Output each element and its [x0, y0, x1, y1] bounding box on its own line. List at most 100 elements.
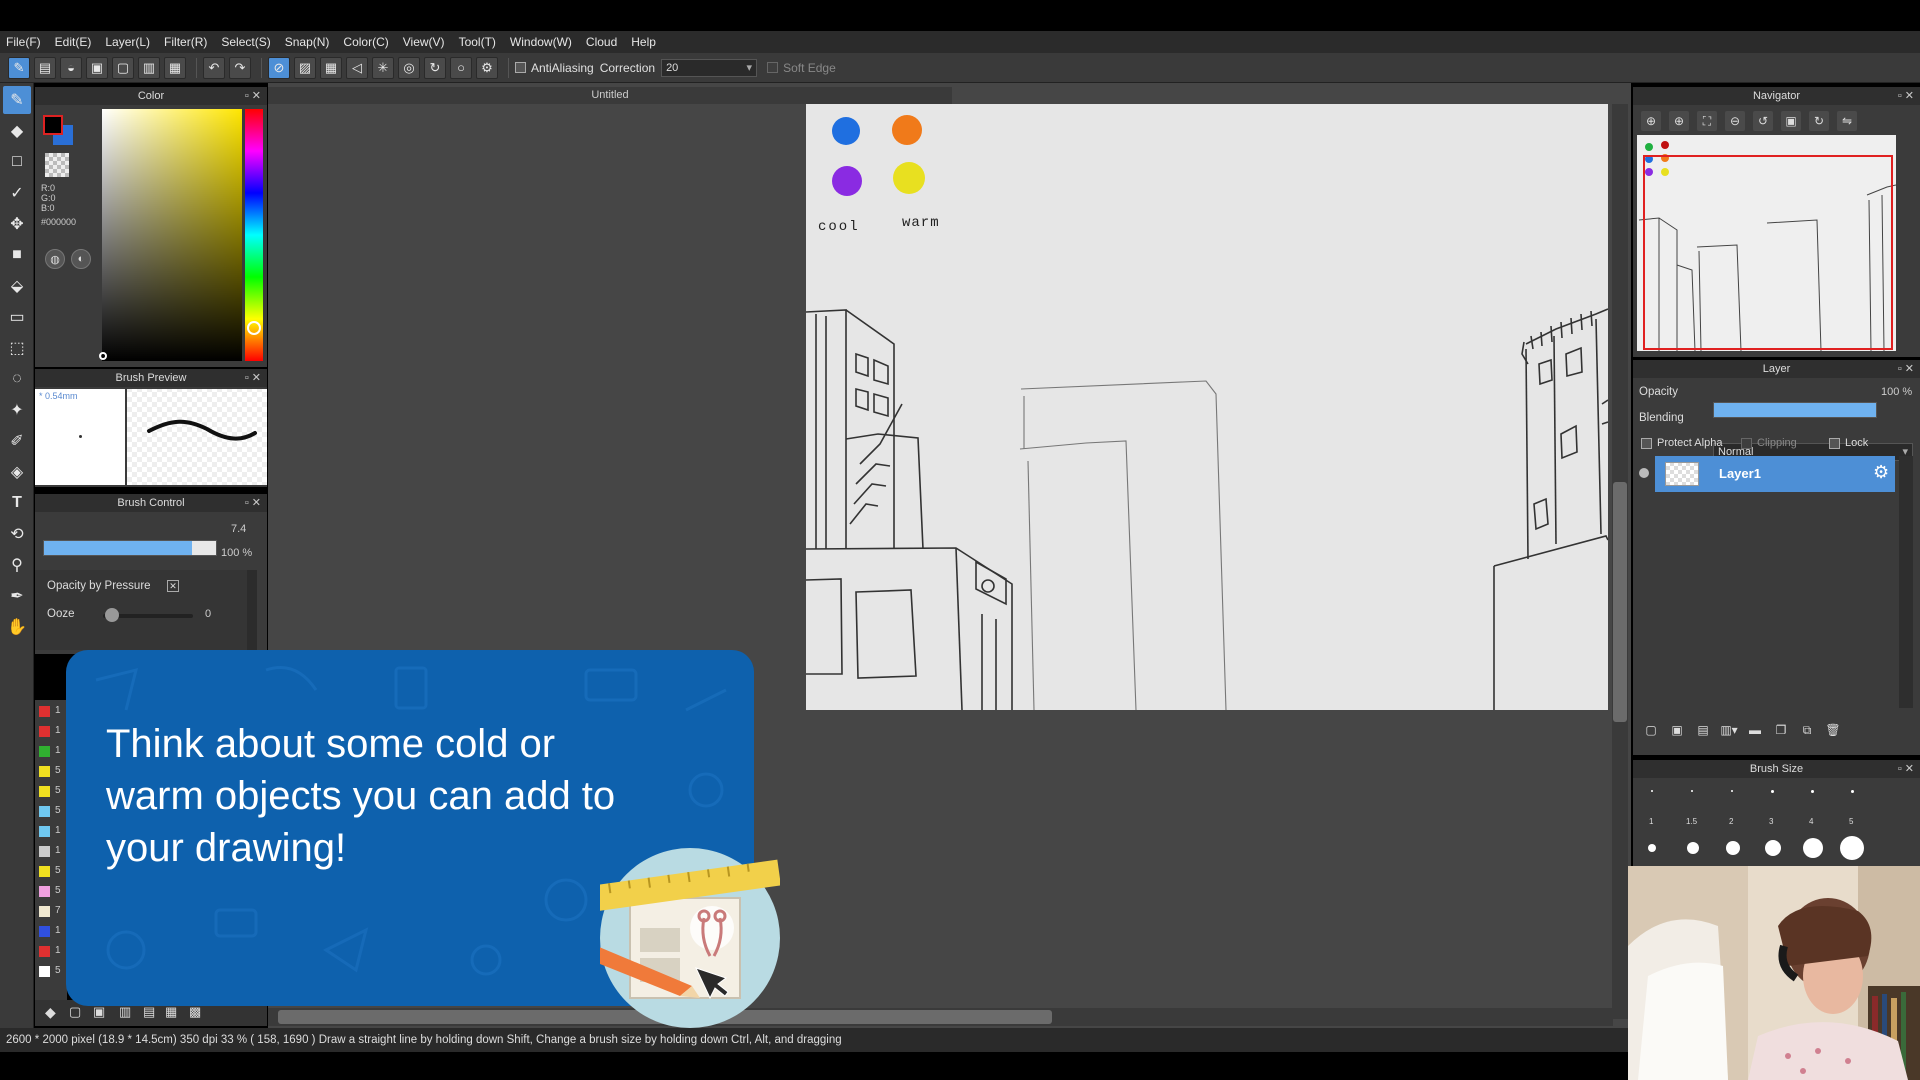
- copy-icon[interactable]: ▢: [112, 56, 134, 79]
- snap-parallel-icon[interactable]: ▨: [294, 56, 316, 79]
- text-tool-icon[interactable]: T: [3, 489, 31, 517]
- brush-menu-icon[interactable]: ▣: [93, 1004, 105, 1020]
- drawing-canvas[interactable]: cool warm: [806, 104, 1608, 710]
- foreground-color-swatch[interactable]: [43, 115, 63, 135]
- divide-tool-icon[interactable]: ⟲: [3, 520, 31, 548]
- layer-menu-icon[interactable]: ▥▾: [1719, 720, 1739, 740]
- zoom-in-icon[interactable]: ⊕: [1641, 111, 1661, 131]
- paste-icon[interactable]: ▥: [138, 56, 160, 79]
- navigator-preview[interactable]: [1637, 135, 1896, 351]
- saturation-value-picker[interactable]: [102, 109, 242, 361]
- hue-cursor[interactable]: [247, 321, 261, 335]
- new-brush-icon[interactable]: ▢: [69, 1004, 81, 1020]
- duplicate-layer-icon[interactable]: ❐: [1771, 720, 1791, 740]
- actual-size-icon[interactable]: ▣: [1781, 111, 1801, 131]
- zoom-out-icon[interactable]: ⊖: [1725, 111, 1745, 131]
- close-icon[interactable]: ▫ ✕: [1898, 87, 1914, 105]
- save-file-icon[interactable]: ▣: [86, 56, 108, 79]
- brush-folder-icon[interactable]: ▦: [165, 1004, 177, 1020]
- rotate-left-icon[interactable]: ↺: [1753, 111, 1773, 131]
- close-icon[interactable]: ▫ ✕: [245, 494, 261, 512]
- ooze-slider-thumb[interactable]: [105, 608, 119, 622]
- new-layer-icon[interactable]: ▢: [1641, 720, 1661, 740]
- brush-list-swatch[interactable]: [39, 926, 50, 937]
- gear-icon[interactable]: ⚙: [1873, 462, 1889, 483]
- fit-window-icon[interactable]: ⛶: [1697, 111, 1717, 131]
- menu-layer[interactable]: Layer(L): [105, 35, 150, 49]
- brush-size-slider[interactable]: [43, 540, 217, 556]
- brush-list-swatch[interactable]: [39, 746, 50, 757]
- redo-icon[interactable]: ↷: [229, 56, 251, 79]
- brush-list-swatch[interactable]: [39, 806, 50, 817]
- new-file-icon[interactable]: ▤: [34, 56, 56, 79]
- navigator-view-rect[interactable]: [1643, 155, 1893, 350]
- snap-vanishing-icon[interactable]: ◁: [346, 56, 368, 79]
- brush-mode-icon[interactable]: ✎: [8, 56, 30, 79]
- layer-list-scrollbar[interactable]: [1899, 456, 1913, 708]
- close-icon[interactable]: ▫ ✕: [245, 87, 261, 105]
- copy-brush-icon[interactable]: ▥: [119, 1004, 131, 1020]
- vertical-scroll-thumb[interactable]: [1613, 482, 1627, 722]
- brush-size-dot-tiny[interactable]: [1771, 790, 1774, 793]
- open-file-icon[interactable]: ◒: [60, 56, 82, 79]
- new-folder-icon[interactable]: ▬: [1745, 720, 1765, 740]
- menu-tool[interactable]: Tool(T): [459, 35, 496, 49]
- snap-grid-icon[interactable]: ▦: [320, 56, 342, 79]
- brush-list-swatch[interactable]: [39, 906, 50, 917]
- check-tool-icon[interactable]: ✓: [3, 179, 31, 207]
- close-icon[interactable]: ▫ ✕: [1898, 360, 1914, 378]
- snap-ellipse-icon[interactable]: ○: [450, 56, 472, 79]
- brush-list-swatch[interactable]: [39, 846, 50, 857]
- zoom-in-step-icon[interactable]: ⊕: [1669, 111, 1689, 131]
- flip-icon[interactable]: ⇋: [1837, 111, 1857, 131]
- close-icon[interactable]: ▫ ✕: [1898, 760, 1914, 778]
- brush-list-swatch[interactable]: [39, 726, 50, 737]
- delete-brush-icon[interactable]: ▩: [189, 1004, 201, 1020]
- grid-icon[interactable]: ▦: [164, 56, 186, 79]
- eraser-tool-icon[interactable]: ◆: [3, 117, 31, 145]
- menu-file[interactable]: File(F): [6, 35, 41, 49]
- brush-list-swatch[interactable]: [39, 826, 50, 837]
- document-tab[interactable]: Untitled: [268, 87, 952, 104]
- brush-size-dot[interactable]: [1803, 838, 1823, 858]
- bucket-tool-icon[interactable]: ⬙: [3, 272, 31, 300]
- snap-radial-icon[interactable]: ✳: [372, 56, 394, 79]
- new-1bit-layer-icon[interactable]: ▤: [1693, 720, 1713, 740]
- brush-size-dot[interactable]: [1648, 844, 1656, 852]
- softedge-checkbox[interactable]: [767, 62, 779, 73]
- brush-list-swatch[interactable]: [39, 966, 50, 977]
- menu-color[interactable]: Color(C): [343, 35, 388, 49]
- delete-layer-icon[interactable]: 🗑: [1823, 720, 1843, 740]
- color-history-icon[interactable]: ◐: [71, 249, 91, 269]
- brush-size-dot-tiny[interactable]: [1651, 790, 1653, 792]
- add-brush-icon[interactable]: ◆: [45, 1004, 56, 1021]
- brush-size-dot[interactable]: [1726, 841, 1740, 855]
- brush-size-dot[interactable]: [1687, 842, 1699, 854]
- gradient-tool-icon[interactable]: ▭: [3, 303, 31, 331]
- opacity-by-pressure-checkbox[interactable]: ✕: [167, 580, 179, 592]
- select-pen-tool-icon[interactable]: ✐: [3, 427, 31, 455]
- close-icon[interactable]: ▫ ✕: [245, 369, 261, 387]
- menu-view[interactable]: View(V): [403, 35, 445, 49]
- menu-window[interactable]: Window(W): [510, 35, 572, 49]
- clipping-checkbox[interactable]: [1741, 438, 1752, 449]
- lock-checkbox[interactable]: [1829, 438, 1840, 449]
- layer-item[interactable]: Layer1 ⚙: [1655, 456, 1895, 492]
- layer-opacity-slider[interactable]: [1713, 402, 1877, 418]
- undo-icon[interactable]: ↶: [203, 56, 225, 79]
- magic-wand-tool-icon[interactable]: ✦: [3, 396, 31, 424]
- antialias-checkbox[interactable]: [515, 62, 526, 73]
- brush-settings-icon[interactable]: ▤: [143, 1004, 155, 1020]
- brush-list-swatch[interactable]: [39, 786, 50, 797]
- snap-curve-icon[interactable]: ↻: [424, 56, 446, 79]
- brush-size-dot-tiny[interactable]: [1851, 790, 1854, 793]
- correction-select[interactable]: 20: [661, 58, 758, 77]
- snap-off-icon[interactable]: ⊘: [268, 56, 290, 79]
- snap-circle-icon[interactable]: ◎: [398, 56, 420, 79]
- select-eraser-tool-icon[interactable]: ◈: [3, 458, 31, 486]
- pen-tool-icon[interactable]: ✒: [3, 582, 31, 610]
- sv-cursor[interactable]: [99, 352, 107, 360]
- menu-filter[interactable]: Filter(R): [164, 35, 207, 49]
- menu-help[interactable]: Help: [631, 35, 656, 49]
- palette-icon[interactable]: ◍: [45, 249, 65, 269]
